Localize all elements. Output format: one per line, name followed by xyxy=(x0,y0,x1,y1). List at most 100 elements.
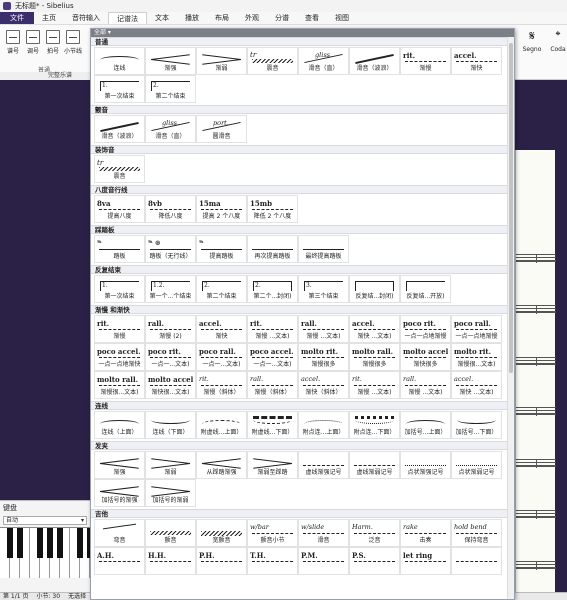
gallery-item[interactable]: Harm. 泛音 xyxy=(349,519,400,547)
gallery-item[interactable]: molto accel. 渐快很...文本) xyxy=(145,371,196,399)
tab-6[interactable]: 布局 xyxy=(207,12,237,24)
gallery-item[interactable]: 𝆮 踏板 xyxy=(94,235,145,263)
gallery-item[interactable]: P.H. xyxy=(196,547,247,575)
gallery-item[interactable]: accel. 渐快 ...文本) xyxy=(451,371,502,399)
gallery-item[interactable]: accel. 渐快（斜体） xyxy=(298,371,349,399)
gallery-item[interactable]: rake 击奏 xyxy=(400,519,451,547)
gallery-item[interactable]: 15mb 降低 2 个八度 xyxy=(247,195,298,223)
gallery-item[interactable]: 渐强 xyxy=(94,451,145,479)
gallery-item[interactable]: 15ma 提高 2 个八度 xyxy=(196,195,247,223)
gallery-scrollbar[interactable] xyxy=(507,37,514,599)
gallery-item[interactable]: 加括号的渐强 xyxy=(94,479,145,507)
tab-0[interactable]: 文件 xyxy=(0,12,34,24)
gallery-item[interactable]: 加括号的渐弱 xyxy=(145,479,196,507)
gallery-item[interactable]: 2. 第二个结束 xyxy=(196,275,247,303)
gallery-item[interactable]: molto rall. 渐慢很...文本) xyxy=(94,371,145,399)
tab-7[interactable]: 外观 xyxy=(237,12,267,24)
gallery-item[interactable]: 8va 提高八度 xyxy=(94,195,145,223)
gallery-item[interactable]: 2. 第二个...封闭) xyxy=(247,275,298,303)
gallery-item[interactable] xyxy=(451,547,502,575)
gallery-item[interactable]: 8vb 降低八度 xyxy=(145,195,196,223)
gallery-item[interactable]: rall. 渐慢 ...文本) xyxy=(400,371,451,399)
gallery-item[interactable]: tr 震音 xyxy=(247,47,298,75)
gallery-item[interactable]: rit. 渐慢 xyxy=(94,315,145,343)
gallery-item[interactable]: rall. 渐慢（斜体） xyxy=(247,371,298,399)
gallery-item[interactable]: 加括号...上面） xyxy=(400,411,451,439)
gallery-item[interactable]: port. 圆滑音 xyxy=(196,115,247,143)
tab-5[interactable]: 播放 xyxy=(177,12,207,24)
gallery-item[interactable]: 连线（下面） xyxy=(145,411,196,439)
ribbon-button-1[interactable]: 调号 xyxy=(24,30,42,55)
gallery-item[interactable]: tr 震音 xyxy=(94,155,145,183)
gallery-item[interactable]: rall. 渐慢 (2) xyxy=(145,315,196,343)
gallery-item[interactable]: accel. 渐快 ...文本) xyxy=(349,315,400,343)
gallery-item[interactable]: 滑音（波浪） xyxy=(94,115,145,143)
gallery-filter[interactable]: 全部 ▾ xyxy=(91,29,514,37)
gallery-item[interactable]: 渐弱至踩踏 xyxy=(247,451,298,479)
gallery-item[interactable]: 渐弱 xyxy=(196,47,247,75)
tab-8[interactable]: 分谱 xyxy=(267,12,297,24)
ribbon-button-0[interactable]: 谱号 xyxy=(4,30,22,55)
gallery-item[interactable]: rall. 渐慢 ...文本) xyxy=(298,315,349,343)
gallery-item[interactable]: accel. 渐快 xyxy=(196,315,247,343)
gallery-item[interactable]: 反复结...封闭) xyxy=(349,275,400,303)
gallery-item[interactable]: 点状渐强记号 xyxy=(400,451,451,479)
gallery-item[interactable]: 从踩踏渐强 xyxy=(196,451,247,479)
gallery-item[interactable]: 颤音 xyxy=(145,519,196,547)
gallery-item[interactable]: 1. 第一次结束 xyxy=(94,75,145,103)
gallery-item[interactable]: gliss. 滑音（直） xyxy=(298,47,349,75)
tab-2[interactable]: 音符输入 xyxy=(64,12,108,24)
scrollbar-thumb[interactable] xyxy=(509,43,513,373)
gallery-item[interactable]: rit. 渐慢 ...文本) xyxy=(349,371,400,399)
gallery-item[interactable]: 宽颤音 xyxy=(196,519,247,547)
ribbon-button-2[interactable]: 拍号 xyxy=(44,30,62,55)
gallery-item[interactable]: poco accel. 一点一点地渐快 xyxy=(94,343,145,371)
gallery-item[interactable]: rit. 渐慢 ...文本) xyxy=(247,315,298,343)
gallery-item[interactable]: 加括号...下面） xyxy=(451,411,502,439)
gallery-item[interactable]: 渐强 xyxy=(145,47,196,75)
gallery-item[interactable]: 反复结...开放) xyxy=(400,275,451,303)
gallery-item[interactable]: P.M. xyxy=(298,547,349,575)
gallery-item[interactable]: hold bend 保持弯音 xyxy=(451,519,502,547)
gallery-item[interactable]: poco accel. 一点一...文本) xyxy=(247,343,298,371)
ribbon-right-button-0[interactable]: 𝄋 Segno xyxy=(518,28,546,53)
gallery-item[interactable]: 2. 第二个结束 xyxy=(145,75,196,103)
gallery-item[interactable]: 再次提高踏板 xyxy=(247,235,298,263)
gallery-item[interactable]: w/slide 滑音 xyxy=(298,519,349,547)
gallery-item[interactable]: 虚线渐弱记号 xyxy=(349,451,400,479)
gallery-item[interactable]: poco rall. 一点一点地渐慢 xyxy=(451,315,502,343)
gallery-item[interactable]: P.S. xyxy=(349,547,400,575)
gallery-item[interactable]: 最终提高踏板 xyxy=(298,235,349,263)
score-page[interactable] xyxy=(515,150,556,600)
gallery-item[interactable]: 渐弱 xyxy=(145,451,196,479)
gallery-item[interactable]: poco rall. 一点一...文本) xyxy=(196,343,247,371)
gallery-item[interactable]: molto rit. 渐慢很...文本) xyxy=(451,343,502,371)
gallery-item[interactable]: 附虚线...下面） xyxy=(247,411,298,439)
black-key[interactable] xyxy=(47,528,53,558)
tab-1[interactable]: 主页 xyxy=(34,12,64,24)
gallery-item[interactable]: 𝆮 ⊛ 踏板（无行线） xyxy=(145,235,196,263)
black-key[interactable] xyxy=(37,528,43,558)
gallery-item[interactable]: 弯音 xyxy=(94,519,145,547)
gallery-item[interactable]: poco rit. 一点一点地渐慢 xyxy=(400,315,451,343)
black-key[interactable] xyxy=(57,528,63,558)
gallery-item[interactable]: 1. 第一次结束 xyxy=(94,275,145,303)
ribbon-right-button-1[interactable]: 𝄌 Coda xyxy=(544,28,567,53)
gallery-item[interactable]: A.H. xyxy=(94,547,145,575)
gallery-item[interactable]: molto accel. 渐快很多 xyxy=(400,343,451,371)
gallery-item[interactable]: molto rall. 渐慢很多 xyxy=(349,343,400,371)
ribbon-button-3[interactable]: 小节线 xyxy=(64,30,82,55)
black-key[interactable] xyxy=(77,528,83,558)
gallery-item[interactable]: poco rit. 一点一...文本) xyxy=(145,343,196,371)
gallery-item[interactable]: 3. 第三个结束 xyxy=(298,275,349,303)
gallery-item[interactable]: 虚线渐强记号 xyxy=(298,451,349,479)
tab-3[interactable]: 记谱法 xyxy=(108,12,147,24)
gallery-item[interactable]: 点状渐弱记号 xyxy=(451,451,502,479)
gallery-item[interactable]: accel. 渐快 xyxy=(451,47,502,75)
piano-keyboard[interactable] xyxy=(0,527,93,578)
gallery-item[interactable]: gliss. 滑音（直） xyxy=(145,115,196,143)
gallery-item[interactable]: 连线（上面） xyxy=(94,411,145,439)
gallery-item[interactable]: H.H. xyxy=(145,547,196,575)
gallery-item[interactable]: let ring xyxy=(400,547,451,575)
gallery-item[interactable]: 连线 xyxy=(94,47,145,75)
